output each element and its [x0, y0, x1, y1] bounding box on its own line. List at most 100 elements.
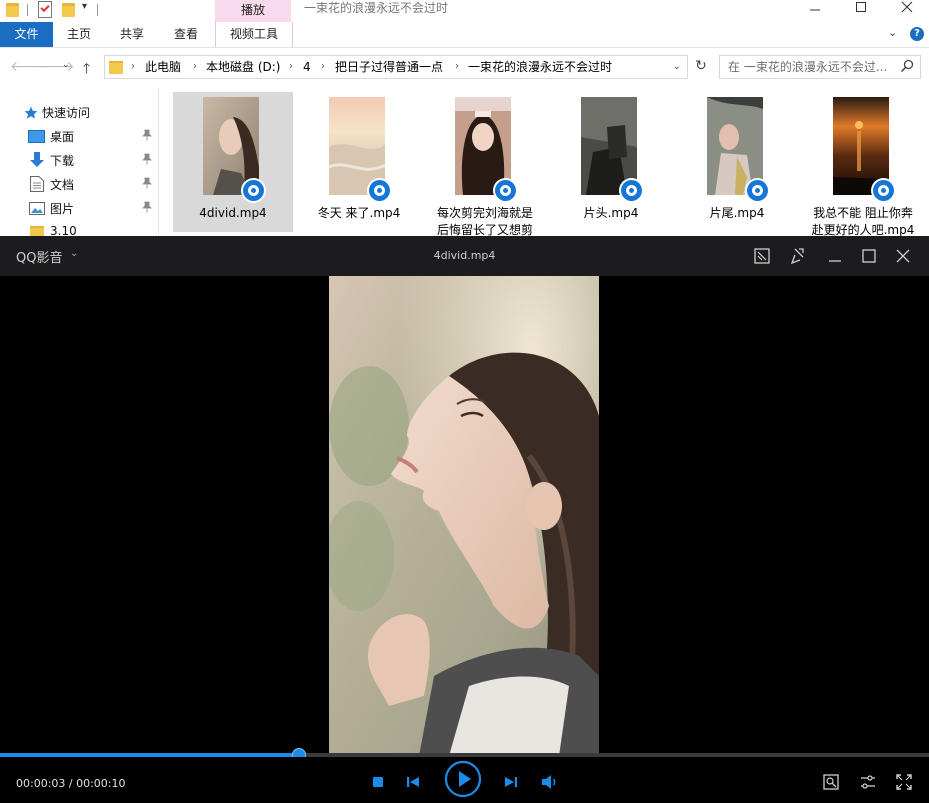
- sidebar-item-label: 快速访问: [42, 106, 91, 120]
- tab-share[interactable]: 共享: [105, 22, 159, 47]
- video-display[interactable]: [0, 276, 929, 756]
- recent-locations-icon[interactable]: ⌄: [62, 60, 70, 70]
- close-icon: [901, 1, 913, 13]
- fullscreen-icon[interactable]: [895, 773, 913, 791]
- maximize-button[interactable]: [838, 0, 884, 22]
- sidebar-item-desktop[interactable]: 桌面: [0, 124, 158, 148]
- file-item[interactable]: 片头.mp4: [551, 92, 671, 232]
- up-button[interactable]: 🡑: [83, 58, 90, 82]
- stop-icon[interactable]: [370, 774, 386, 790]
- file-item[interactable]: 冬天 来了.mp4: [299, 92, 419, 232]
- file-name: 4divid.mp4: [199, 206, 267, 220]
- file-name: 片头.mp4: [583, 206, 639, 220]
- download-icon: [30, 152, 44, 167]
- toolbar-divider: [27, 4, 28, 16]
- ribbon-tabs: 文件 主页 共享 查看 视频工具 ⌄ ?: [0, 22, 929, 48]
- breadcrumb-separator: ›: [193, 61, 197, 72]
- breadcrumb-this-pc[interactable]: 此电脑: [145, 56, 181, 78]
- address-dropdown-icon[interactable]: ⌄: [673, 56, 681, 78]
- minimize-icon: [810, 9, 820, 11]
- video-tools-icon[interactable]: [822, 773, 840, 791]
- file-name: 我总不能 阻止你奔 赴更好的人吧.mp4: [811, 206, 915, 236]
- qq-player-badge-icon: [619, 178, 644, 203]
- player-titlebar[interactable]: QQ影音 ⌄ 4divid.mp4: [0, 236, 929, 276]
- play-icon[interactable]: [444, 760, 482, 798]
- address-bar[interactable]: › 此电脑 › 本地磁盘 (D:) › 4 › 把日子过得普通一点 › 一束花的…: [104, 55, 688, 79]
- file-item[interactable]: 片尾.mp4: [677, 92, 797, 232]
- refresh-button[interactable]: ↻: [690, 55, 712, 79]
- previous-icon[interactable]: [405, 774, 421, 790]
- breadcrumb-folder-ordinary-days[interactable]: 把日子过得普通一点: [335, 56, 443, 78]
- qq-player-badge-icon: [745, 178, 770, 203]
- video-frame: [329, 276, 599, 756]
- breadcrumb-drive-d[interactable]: 本地磁盘 (D:): [206, 56, 280, 78]
- context-tab-play-header: 播放: [215, 0, 291, 22]
- file-name: 片尾.mp4: [709, 206, 765, 220]
- close-button[interactable]: [884, 0, 929, 22]
- tab-view[interactable]: 查看: [159, 22, 213, 47]
- breadcrumb-separator: ›: [289, 61, 293, 72]
- next-icon[interactable]: [503, 774, 519, 790]
- breadcrumb-current-folder[interactable]: 一束花的浪漫永远不会过时: [468, 56, 612, 78]
- folder-icon: [30, 226, 44, 236]
- pin-icon[interactable]: [142, 153, 152, 165]
- close-icon[interactable]: [892, 245, 914, 267]
- sidebar-item-quick-access[interactable]: 快速访问: [0, 100, 158, 124]
- desktop-icon: [28, 130, 45, 143]
- new-folder-icon[interactable]: [62, 3, 75, 17]
- qq-player-badge-icon: [493, 178, 518, 203]
- sidebar-item-label: 图片: [50, 202, 75, 216]
- tab-file[interactable]: 文件: [0, 22, 53, 47]
- file-explorer-window: ▾ 播放 一束花的浪漫永远不会过时 文件 主页 共享 查看 视频工具 ⌄ ? 🡐…: [0, 0, 929, 236]
- toolbar-divider: [97, 4, 98, 16]
- file-item[interactable]: 4divid.mp4: [173, 92, 293, 232]
- tab-video-tools[interactable]: 视频工具: [215, 22, 293, 47]
- sidebar-item-pictures[interactable]: 图片: [0, 196, 158, 220]
- breadcrumb-separator: ›: [455, 61, 459, 72]
- navigation-bar: 🡐 🡒 ⌄ 🡑 › 此电脑 › 本地磁盘 (D:) › 4 › 把日子过得普通一…: [0, 50, 929, 84]
- pane-divider[interactable]: [158, 88, 159, 236]
- qq-player-badge-icon: [367, 178, 392, 203]
- playback-controls: 00:00:03 / 00:00:10: [0, 757, 929, 803]
- file-name: 每次剪完刘海就是 后悔留长了又想剪: [436, 206, 533, 236]
- pictures-icon: [29, 202, 45, 215]
- qq-player-window: QQ影音 ⌄ 4divid.mp4 00:00:03 / 00:00:10: [0, 236, 929, 803]
- time-display: 00:00:03 / 00:00:10: [16, 777, 126, 790]
- folder-icon[interactable]: [6, 3, 19, 17]
- window-title: 一束花的浪漫永远不会过时: [304, 1, 449, 15]
- screenshot-mode-icon[interactable]: [751, 245, 773, 267]
- sidebar-item-label: 桌面: [50, 130, 75, 144]
- file-item[interactable]: 每次剪完刘海就是 后悔留长了又想剪: [425, 92, 545, 236]
- search-box[interactable]: [719, 55, 921, 79]
- tab-home[interactable]: 主页: [53, 22, 105, 47]
- maximize-icon[interactable]: [858, 245, 880, 267]
- minimize-icon[interactable]: [824, 245, 846, 267]
- settings-sliders-icon[interactable]: [859, 773, 877, 791]
- sidebar-item-label: 3.10: [50, 224, 77, 236]
- sidebar-item-downloads[interactable]: 下载: [0, 148, 158, 172]
- search-input[interactable]: [728, 56, 893, 78]
- breadcrumb-folder-4[interactable]: 4: [303, 56, 311, 78]
- pin-on-top-icon[interactable]: [788, 245, 810, 267]
- help-icon[interactable]: ?: [910, 27, 924, 41]
- explorer-titlebar: ▾ 播放 一束花的浪漫永远不会过时: [0, 0, 929, 22]
- search-icon[interactable]: [900, 59, 914, 73]
- ribbon-expand-icon[interactable]: ⌄: [888, 26, 897, 39]
- sidebar-item-folder-3-10[interactable]: 3.10: [0, 220, 158, 236]
- qq-player-badge-icon: [241, 178, 266, 203]
- volume-icon[interactable]: [541, 774, 559, 790]
- pin-icon[interactable]: [142, 177, 152, 189]
- minimize-button[interactable]: [792, 0, 838, 22]
- pin-icon[interactable]: [142, 201, 152, 213]
- breadcrumb-separator: ›: [321, 61, 325, 72]
- sidebar-item-documents[interactable]: 文档: [0, 172, 158, 196]
- pin-icon[interactable]: [142, 129, 152, 141]
- breadcrumb-separator: ›: [131, 61, 135, 72]
- folder-icon: [109, 61, 123, 74]
- quick-access-dropdown-icon[interactable]: ▾: [82, 1, 87, 12]
- qq-player-badge-icon: [871, 178, 896, 203]
- star-icon: [24, 106, 38, 119]
- document-icon: [30, 176, 44, 192]
- file-item[interactable]: 我总不能 阻止你奔 赴更好的人吧.mp4: [803, 92, 923, 236]
- properties-icon[interactable]: [38, 1, 52, 18]
